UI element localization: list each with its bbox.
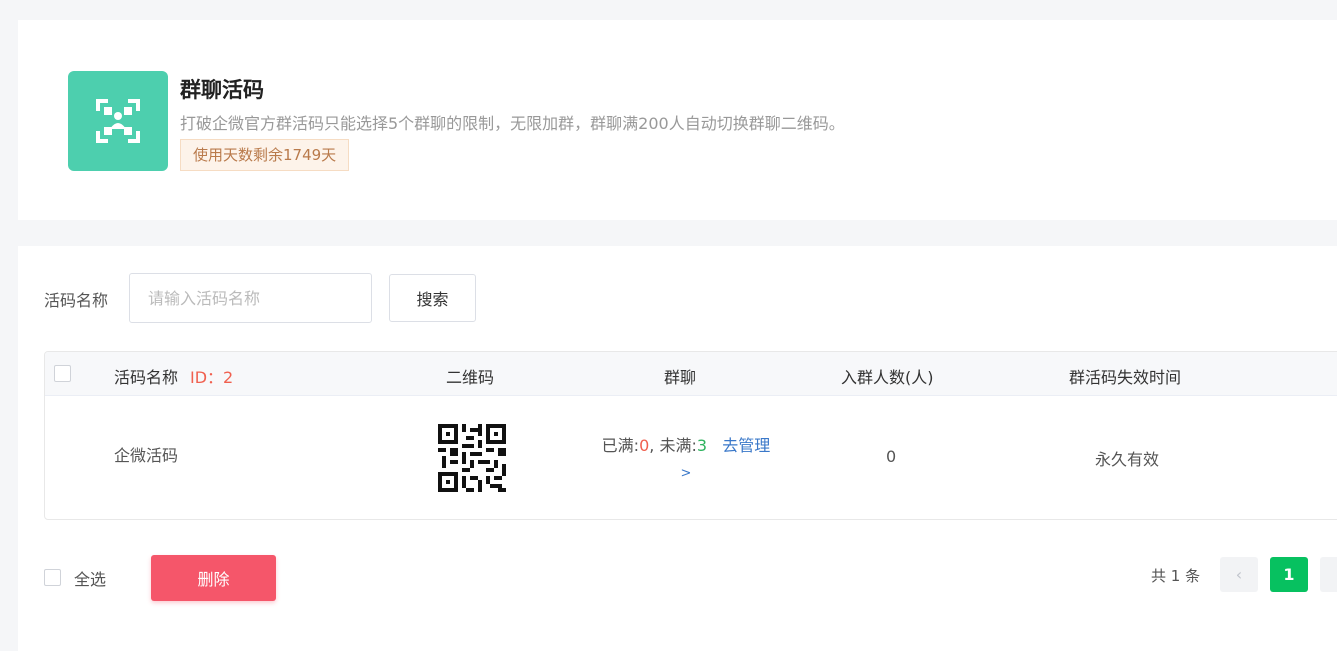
select-all-checkbox[interactable] — [44, 569, 61, 586]
column-group: 群聊 — [664, 368, 697, 387]
full-count: 0 — [639, 436, 650, 455]
column-name-label: 活码名称 — [114, 368, 179, 387]
search-button[interactable]: 搜索 — [389, 274, 476, 322]
days-remaining-badge: 使用天数剩余1749天 — [180, 139, 350, 171]
row-members: 0 — [886, 447, 897, 466]
table-header: 活码名称 ID：2 二维码 群聊 入群人数(人) 群活码失效时间 — [45, 352, 1337, 396]
manage-arrow-icon[interactable]: > — [681, 466, 692, 481]
group-status: 已满:0, 未满:3 去管理 > — [596, 433, 776, 487]
search-label: 活码名称 — [44, 291, 109, 310]
column-name: 活码名称 ID：2 — [114, 364, 233, 388]
delete-button[interactable]: 删除 — [151, 555, 276, 601]
pagination-total: 共 1 条 — [1151, 567, 1201, 585]
column-qrcode: 二维码 — [446, 368, 495, 387]
prev-page-button[interactable]: ‹ — [1220, 557, 1258, 592]
feature-header-card: 群聊活码 打破企微官方群活码只能选择5个群聊的限制，无限加群，群聊满200人自动… — [18, 20, 1337, 220]
column-id-label: ID：2 — [190, 368, 234, 387]
feature-description: 打破企微官方群活码只能选择5个群聊的限制，无限加群，群聊满200人自动切换群聊二… — [180, 114, 845, 133]
not-full-label: , 未满: — [649, 436, 697, 455]
row-expire: 永久有效 — [1095, 450, 1160, 469]
next-page-button[interactable]: › — [1320, 557, 1337, 592]
main-content-card: 活码名称 搜索 活码名称 ID：2 二维码 群聊 入群人数(人) 群活码失效时间 … — [18, 246, 1337, 651]
row-name: 企微活码 — [114, 446, 179, 465]
page-1-button[interactable]: 1 — [1270, 557, 1308, 592]
not-full-count: 3 — [696, 436, 708, 455]
group-qrcode-icon — [68, 71, 168, 171]
column-expire: 群活码失效时间 — [1069, 368, 1182, 387]
qrcode-table: 活码名称 ID：2 二维码 群聊 入群人数(人) 群活码失效时间 企微活码 已满… — [44, 351, 1337, 520]
qrcode-image[interactable] — [438, 424, 506, 496]
column-members: 入群人数(人) — [841, 368, 934, 387]
manage-link[interactable]: 去管理 — [722, 436, 770, 455]
header-checkbox[interactable] — [54, 365, 71, 382]
select-all-label[interactable]: 全选 — [74, 566, 106, 590]
search-input[interactable] — [129, 273, 372, 323]
page-title: 群聊活码 — [180, 78, 264, 102]
full-label: 已满: — [601, 436, 640, 455]
